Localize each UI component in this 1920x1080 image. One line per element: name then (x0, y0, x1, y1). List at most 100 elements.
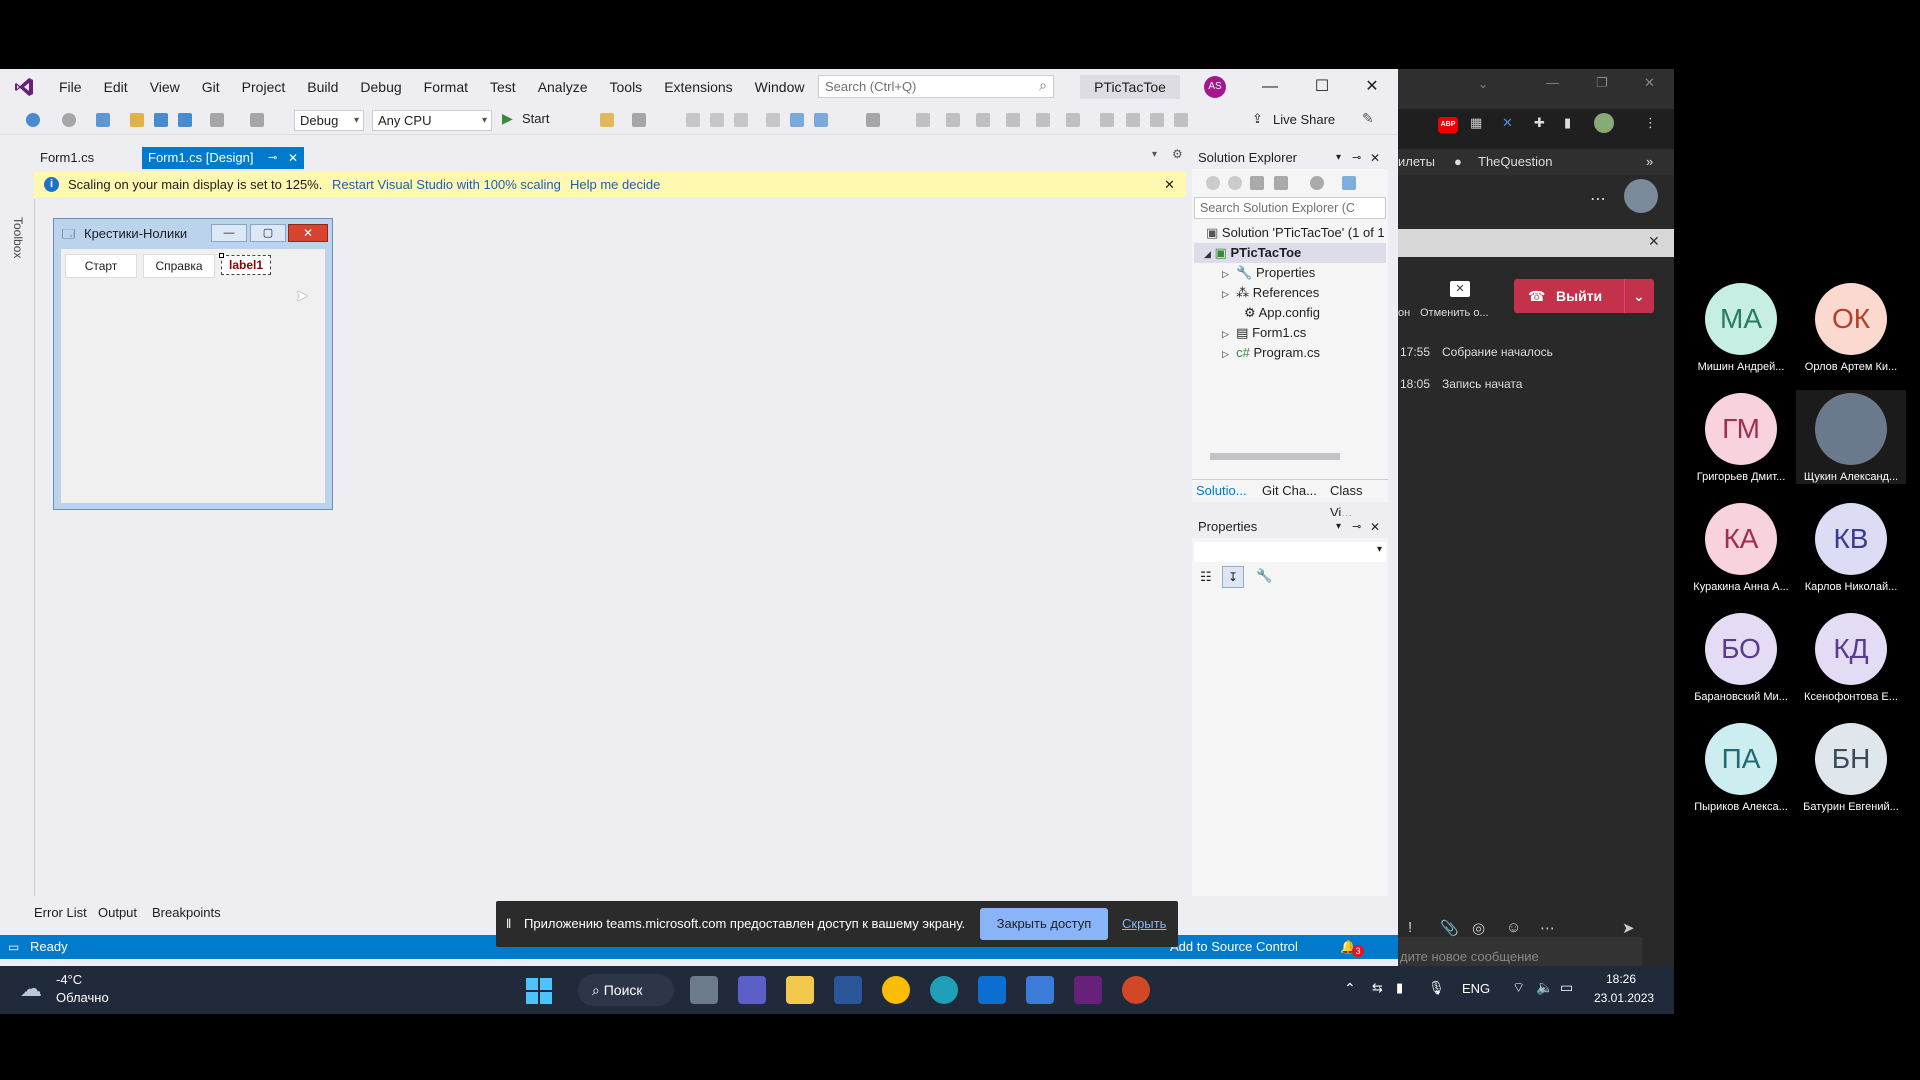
menu-format[interactable]: Format (413, 69, 479, 105)
bookmark-thequestion[interactable]: TheQuestion (1478, 149, 1552, 175)
restart-scaling-link[interactable]: Restart Visual Studio with 100% scaling (332, 172, 561, 197)
clock-time[interactable]: 18:26 (1606, 972, 1636, 986)
close-infobar-icon[interactable]: ✕ (1164, 172, 1175, 197)
browser-restore-icon[interactable]: ❐ (1596, 75, 1608, 91)
minimize-button[interactable]: — (1244, 69, 1296, 105)
menu-debug[interactable]: Debug (349, 69, 412, 105)
file-explorer-icon[interactable] (786, 976, 814, 1004)
tab-breakpoints[interactable]: Breakpoints (152, 901, 221, 925)
open-folder-icon[interactable] (130, 113, 144, 127)
wifi-icon[interactable]: ⌔ (1512, 979, 1525, 997)
format-icon[interactable]: ! (1408, 919, 1412, 936)
step-into-icon[interactable] (790, 113, 804, 127)
close-strip-icon[interactable]: ✕ (1648, 233, 1660, 250)
menu-git[interactable]: Git (191, 69, 231, 105)
visual-studio-logo-icon[interactable] (0, 69, 48, 105)
horizontal-scrollbar[interactable] (1196, 451, 1384, 461)
save-all-icon[interactable] (178, 113, 192, 127)
mail-icon[interactable] (978, 976, 1006, 1004)
browser-minimize-icon[interactable]: — (1546, 75, 1559, 90)
selection-handle[interactable] (219, 253, 224, 258)
bookmark-tickets[interactable]: илеты (1398, 149, 1435, 175)
attach-icon[interactable]: 📎 (1440, 919, 1459, 937)
panel-close-icon[interactable]: ✕ (1370, 147, 1380, 169)
undo-icon[interactable] (210, 113, 224, 127)
spacing-icon[interactable] (1126, 113, 1140, 127)
taskbar-search-button[interactable]: ⌕ Поиск (578, 974, 674, 1006)
align-bottom-icon[interactable] (1066, 113, 1080, 127)
menu-test[interactable]: Test (479, 69, 527, 105)
maximize-button[interactable]: ☐ (1296, 69, 1348, 105)
send-icon[interactable]: ➤ (1622, 919, 1635, 937)
stop-sharing-button[interactable]: Закрыть доступ (980, 908, 1108, 940)
edge-icon[interactable] (930, 976, 958, 1004)
pause-icon[interactable] (686, 113, 700, 127)
self-avatar[interactable] (1624, 179, 1658, 213)
stop-icon[interactable] (710, 113, 724, 127)
tray-app-icon[interactable]: ⇆ (1372, 980, 1383, 996)
participant-tile[interactable]: КВ Карлов Николай... (1796, 503, 1906, 593)
help-me-decide-link[interactable]: Help me decide (570, 172, 660, 197)
more-actions-icon[interactable]: ⋯ (1540, 919, 1555, 937)
participant-tile[interactable]: ОК Орлов Артем Ки... (1796, 283, 1906, 373)
redo-icon[interactable] (250, 113, 264, 127)
cancel-share-icon[interactable]: ✕ (1450, 281, 1470, 297)
visual-studio-taskbar-icon[interactable] (1074, 976, 1102, 1004)
close-button[interactable]: ✕ (1346, 69, 1398, 105)
profile-avatar[interactable] (1594, 113, 1614, 133)
powerpoint-icon[interactable] (1122, 976, 1150, 1004)
kebab-menu-icon[interactable]: ⋮ (1644, 115, 1657, 131)
align-right-icon[interactable] (976, 113, 990, 127)
menu-build[interactable]: Build (296, 69, 349, 105)
help-form-button[interactable]: Справка (143, 254, 215, 278)
se-back-icon[interactable] (1206, 176, 1220, 190)
config-dropdown[interactable]: Debug (294, 110, 364, 131)
task-view-icon[interactable] (690, 976, 718, 1004)
tab-output[interactable]: Output (98, 901, 137, 925)
start-button[interactable]: Start (522, 111, 549, 126)
form-maximize-button[interactable]: ▢ (250, 224, 286, 242)
participant-tile[interactable]: МА Мишин Андрей... (1686, 283, 1796, 373)
volume-icon[interactable]: 🔈 (1536, 979, 1553, 996)
feedback-icon[interactable]: ✎ (1362, 110, 1374, 127)
se-search-input[interactable]: Search Solution Explorer (C (1194, 197, 1386, 219)
adblock-icon[interactable]: ABP (1438, 117, 1458, 133)
breakpoint-icon[interactable] (866, 113, 880, 127)
tab-error-list[interactable]: Error List (34, 901, 87, 925)
tree-item-program[interactable]: ▷ c# Program.cs (1222, 343, 1320, 363)
microphone-icon[interactable]: 🎙 (1428, 980, 1445, 996)
pin-icon[interactable]: ⊸ (268, 147, 277, 169)
menu-view[interactable]: View (139, 69, 191, 105)
switch-views-icon[interactable] (1274, 176, 1288, 190)
platform-dropdown[interactable]: Any CPU (372, 110, 492, 131)
home-icon[interactable] (1250, 176, 1264, 190)
form-close-button[interactable]: ✕ (288, 224, 328, 242)
menu-file[interactable]: File (48, 69, 93, 105)
scrollbar-thumb[interactable] (1210, 453, 1340, 460)
restart-icon[interactable] (734, 113, 748, 127)
teams-chat-icon[interactable] (738, 976, 766, 1004)
project-node[interactable]: ◢ ▣ PTicTacToe (1194, 243, 1386, 263)
new-project-icon[interactable] (96, 113, 110, 127)
participant-tile[interactable]: БН Батурин Евгений... (1796, 723, 1906, 813)
categorized-icon[interactable]: ☷ (1200, 569, 1212, 585)
expand-down-icon[interactable]: ◢ (1204, 249, 1211, 259)
expand-right-icon[interactable]: ▷ (1222, 289, 1229, 299)
forward-icon[interactable] (62, 113, 76, 127)
step-over-icon[interactable] (766, 113, 780, 127)
add-to-source-control[interactable]: Add to Source Control (1170, 935, 1298, 959)
participant-tile[interactable]: ГМ Григорьев Дмит... (1686, 393, 1796, 483)
alphabetical-icon[interactable]: ↧ (1222, 566, 1244, 588)
more-bookmarks-icon[interactable]: » (1646, 149, 1653, 175)
word-icon[interactable] (834, 976, 862, 1004)
notepad-icon[interactable] (1026, 976, 1054, 1004)
history-icon[interactable] (1310, 176, 1324, 190)
align-left-icon[interactable] (916, 113, 930, 127)
menu-project[interactable]: Project (231, 69, 297, 105)
side-panel-icon[interactable]: ▮ (1564, 115, 1571, 131)
label1-control[interactable]: label1 (221, 255, 271, 275)
puzzle-extensions-icon[interactable]: ✚ (1534, 115, 1545, 131)
size-icon[interactable] (1100, 113, 1114, 127)
tree-item-form1[interactable]: ▷ ▤ Form1.cs (1222, 323, 1306, 343)
battery-icon[interactable]: ▭ (1560, 979, 1573, 996)
